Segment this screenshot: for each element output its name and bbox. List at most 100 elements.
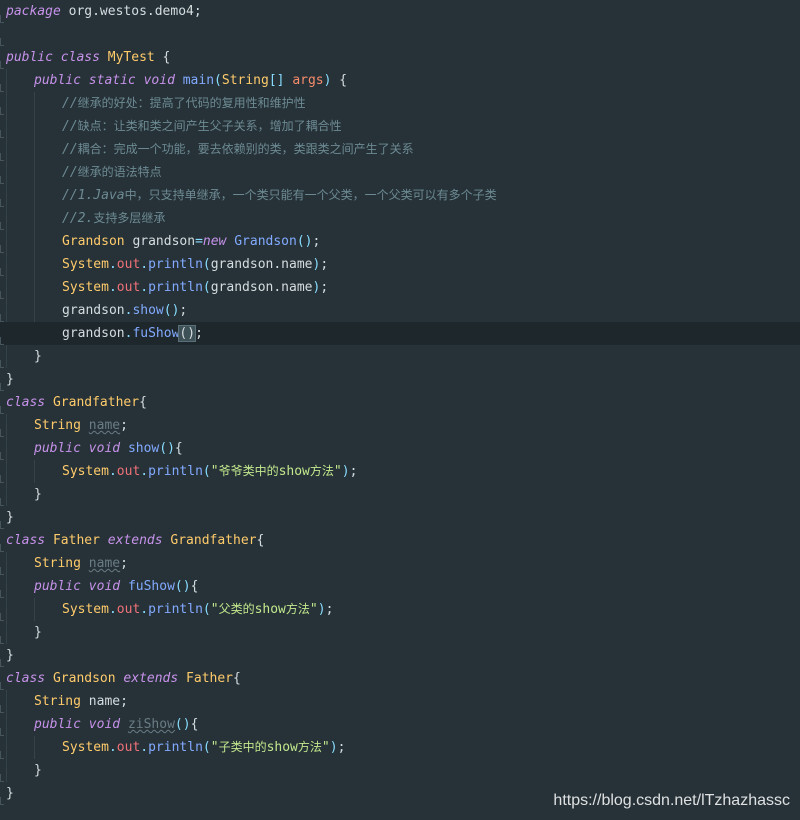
punctuation: ( (202, 602, 211, 617)
punctuation: () (163, 303, 180, 318)
function-name: println (148, 602, 203, 617)
code-content: String name; (34, 552, 128, 575)
code-line-16[interactable]: } (0, 345, 800, 368)
class-name: String (34, 694, 81, 709)
code-content: } (34, 621, 42, 644)
punctuation: . (140, 257, 149, 272)
code-line-21[interactable]: System.out.println("爷爷类中的show方法"); (0, 460, 800, 483)
code-line-26[interactable]: public void fuShow(){ (0, 575, 800, 598)
parameter: args (292, 73, 324, 88)
field-name: out (116, 464, 141, 479)
code-line-34[interactable]: } (0, 759, 800, 782)
code-line-12[interactable]: System.out.println(grandson.name); (0, 253, 800, 276)
gutter-fold-marker (0, 705, 4, 713)
function-name: fuShow (127, 579, 175, 594)
code-line-5[interactable]: //继承的好处：提高了代码的复用性和维护性 (0, 92, 800, 115)
code-line-15[interactable]: grandson.fuShow(); (0, 322, 800, 345)
keyword: void (88, 717, 121, 732)
code-content: System.out.println("父类的show方法"); (62, 598, 333, 621)
code-content: grandson.fuShow(); (62, 322, 203, 345)
code-text: { (331, 73, 348, 88)
code-text: ; (120, 556, 128, 571)
code-line-6[interactable]: //缺点：让类和类之间产生父子关系，增加了耦合性 (0, 115, 800, 138)
function-name: println (148, 740, 203, 755)
code-text: { (233, 671, 241, 686)
matched-bracket: () (178, 325, 197, 342)
gutter-fold-marker (0, 498, 4, 506)
code-text: grandson (62, 303, 125, 318)
code-line-11[interactable]: Grandson grandson=new Grandson(); (0, 230, 800, 253)
punctuation: . (140, 280, 149, 295)
gutter-fold-marker (0, 291, 4, 299)
code-line-30[interactable]: class Grandson extends Father{ (0, 667, 800, 690)
class-name: String (34, 418, 81, 433)
code-text: ; (320, 280, 329, 295)
code-line-31[interactable]: String name; (0, 690, 800, 713)
code-line-13[interactable]: System.out.println(grandson.name); (0, 276, 800, 299)
code-line-32[interactable]: public void ziShow(){ (0, 713, 800, 736)
code-line-3[interactable]: public class MyTest { (0, 46, 800, 69)
gutter-fold-marker (0, 452, 4, 460)
code-content: class Grandfather{ (6, 391, 147, 414)
code-content: } (34, 345, 42, 368)
keyword: class (60, 50, 100, 65)
code-line-33[interactable]: System.out.println("子类中的show方法"); (0, 736, 800, 759)
code-line-24[interactable]: class Father extends Grandfather{ (0, 529, 800, 552)
code-line-29[interactable]: } (0, 644, 800, 667)
code-content: Grandson grandson=new Grandson(); (62, 230, 320, 253)
code-line-4[interactable]: public static void main(String[] args) { (0, 69, 800, 92)
code-text: ; (320, 257, 329, 272)
code-line-19[interactable]: String name; (0, 414, 800, 437)
code-content: package org.westos.demo4; (6, 0, 202, 23)
code-editor[interactable]: package org.westos.demo4; public class My… (0, 0, 800, 820)
code-text: { (154, 50, 171, 65)
punctuation: ) (341, 464, 350, 479)
keyword: class (6, 395, 46, 410)
code-content: } (34, 759, 42, 782)
keyword: public (34, 717, 81, 732)
code-content: System.out.println("子类中的show方法"); (62, 736, 345, 759)
code-line-7[interactable]: //耦合：完成一个功能，要去依赖别的类，类跟类之间产生了关系 (0, 138, 800, 161)
code-text: } (6, 372, 14, 387)
code-line-23[interactable]: } (0, 506, 800, 529)
code-line-10[interactable]: //2.支持多层继承 (0, 207, 800, 230)
gutter-fold-marker (0, 84, 4, 92)
code-content: class Father extends Grandfather{ (6, 529, 264, 552)
code-line-20[interactable]: public void show(){ (0, 437, 800, 460)
code-text: ; (312, 234, 321, 249)
keyword: extends (107, 533, 163, 548)
class-name: System (62, 602, 109, 617)
punctuation: ( (202, 280, 211, 295)
code-line-27[interactable]: System.out.println("父类的show方法"); (0, 598, 800, 621)
punctuation: () (174, 717, 191, 732)
code-line-18[interactable]: class Grandfather{ (0, 391, 800, 414)
code-line-14[interactable]: grandson.show(); (0, 299, 800, 322)
code-line-2[interactable] (0, 23, 800, 46)
code-content: //1.Java中，只支持单继承，一个类只能有一个父类，一个父类可以有多个子类 (62, 184, 497, 207)
keyword: static (88, 73, 136, 88)
code-content: } (34, 483, 42, 506)
gutter-fold-marker (0, 314, 4, 322)
code-line-28[interactable]: } (0, 621, 800, 644)
code-line-17[interactable]: } (0, 368, 800, 391)
code-line-8[interactable]: //继承的语法特点 (0, 161, 800, 184)
gutter-fold-marker (0, 61, 4, 69)
code-text: name; (80, 694, 128, 709)
code-line-22[interactable]: } (0, 483, 800, 506)
code-content: //缺点：让类和类之间产生父子关系，增加了耦合性 (62, 115, 342, 138)
punctuation: [] (268, 73, 285, 88)
string-literal: "爷爷类中的show方法" (210, 464, 342, 479)
code-line-9[interactable]: //1.Java中，只支持单继承，一个类只能有一个父类，一个父类可以有多个子类 (0, 184, 800, 207)
field-name: out (116, 280, 141, 295)
gutter-fold-marker (0, 383, 4, 391)
code-text: ; (337, 740, 346, 755)
function-name: show (127, 441, 160, 456)
code-line-25[interactable]: String name; (0, 552, 800, 575)
comment: //缺点：让类和类之间产生父子关系，增加了耦合性 (62, 119, 342, 134)
gutter-fold-marker (0, 567, 4, 575)
code-line-1[interactable]: package org.westos.demo4; (0, 0, 800, 23)
